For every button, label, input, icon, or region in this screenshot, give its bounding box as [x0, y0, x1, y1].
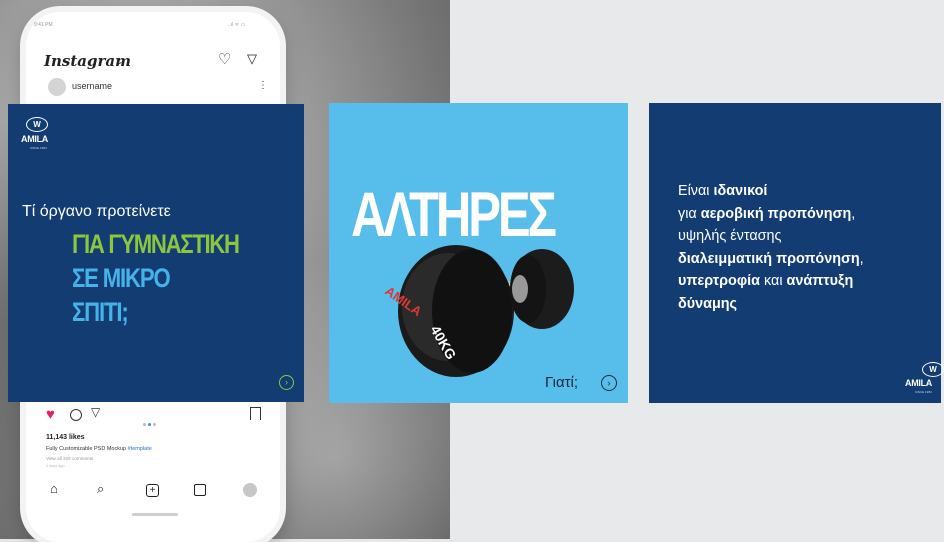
- card1-headline-line1: ΓΙΑ ΓΥΜΝΑΣΤΙΚΗ: [72, 229, 240, 259]
- search-icon[interactable]: ⌕: [97, 481, 104, 497]
- text: ,: [851, 205, 856, 222]
- card3-text: Είναι ιδανικοί για αεροβική προπόνηση, υ…: [678, 180, 864, 315]
- card1-question: Τί όργανο προτείνετε: [22, 203, 171, 220]
- brand-name: AMILA: [905, 378, 932, 388]
- username[interactable]: username: [72, 81, 112, 91]
- text-bold: ανάπτυξη: [786, 273, 854, 289]
- brand-tagline: SINCE 1984: [30, 146, 47, 150]
- brand-name: AMILA: [21, 134, 48, 144]
- text-bold: διαλειμματική προπόνηση: [678, 250, 860, 267]
- card2-why: Γιατί;: [545, 374, 579, 391]
- text-bold: δύναμης: [678, 295, 738, 312]
- post-time: 4 days ago: [46, 464, 65, 468]
- text: και: [759, 273, 787, 289]
- carousel-indicator: [143, 413, 163, 426]
- next-arrow-icon[interactable]: ›: [601, 375, 617, 391]
- text: ,: [859, 250, 864, 267]
- profile-icon[interactable]: [243, 483, 257, 497]
- text: για: [678, 205, 701, 222]
- heart-icon[interactable]: ♡: [218, 50, 231, 68]
- text-bold: αεροβική προπόνηση: [700, 205, 852, 222]
- view-comments-link[interactable]: View all 325 comments: [46, 456, 93, 461]
- new-post-icon[interactable]: +: [146, 484, 159, 497]
- text: υψηλής έντασης: [678, 228, 782, 244]
- more-options-icon[interactable]: ⋮: [258, 80, 268, 91]
- chevron-down-icon[interactable]: ⌄: [116, 56, 124, 67]
- card1-headline-line2: ΣΕ ΜΙΚΡΟ: [72, 263, 171, 293]
- avatar[interactable]: [48, 78, 66, 96]
- post-caption: Fully Customizable PSD Mockup #template: [46, 446, 152, 452]
- post-card-dumbbells[interactable]: ΑΛΤΗΡΕΣ AMILA 40KG: [329, 103, 628, 403]
- text-bold: υπερτροφία: [678, 273, 760, 289]
- brand-logo-icon: W: [26, 117, 48, 132]
- text: Είναι: [678, 183, 714, 199]
- next-arrow-icon[interactable]: ›: [279, 375, 294, 390]
- text-bold: ιδανικοί: [713, 183, 768, 199]
- home-indicator: [132, 513, 178, 516]
- card1-headline-line3: ΣΠΙΤΙ;: [72, 297, 129, 327]
- status-time: 9:41 PM: [34, 22, 53, 28]
- status-icons: ..ıl ᯤ ▭: [228, 22, 246, 28]
- home-icon[interactable]: ⌂: [50, 481, 58, 496]
- bookmark-icon[interactable]: [250, 407, 261, 420]
- brand-tagline: SINCE 1984: [915, 390, 932, 394]
- comment-icon[interactable]: [70, 409, 82, 421]
- brand-logo-icon: W: [922, 362, 944, 377]
- caption-text: Fully Customizable PSD Mockup: [46, 446, 127, 452]
- dumbbell-image: AMILA 40KG: [382, 245, 574, 377]
- caption-hashtag[interactable]: #template: [128, 446, 152, 452]
- direct-message-icon[interactable]: ▽: [247, 51, 257, 67]
- share-icon[interactable]: ▽: [91, 405, 100, 419]
- like-icon[interactable]: ♥: [46, 406, 55, 423]
- shop-icon[interactable]: [194, 484, 206, 496]
- likes-count[interactable]: 11,143 likes: [46, 434, 85, 441]
